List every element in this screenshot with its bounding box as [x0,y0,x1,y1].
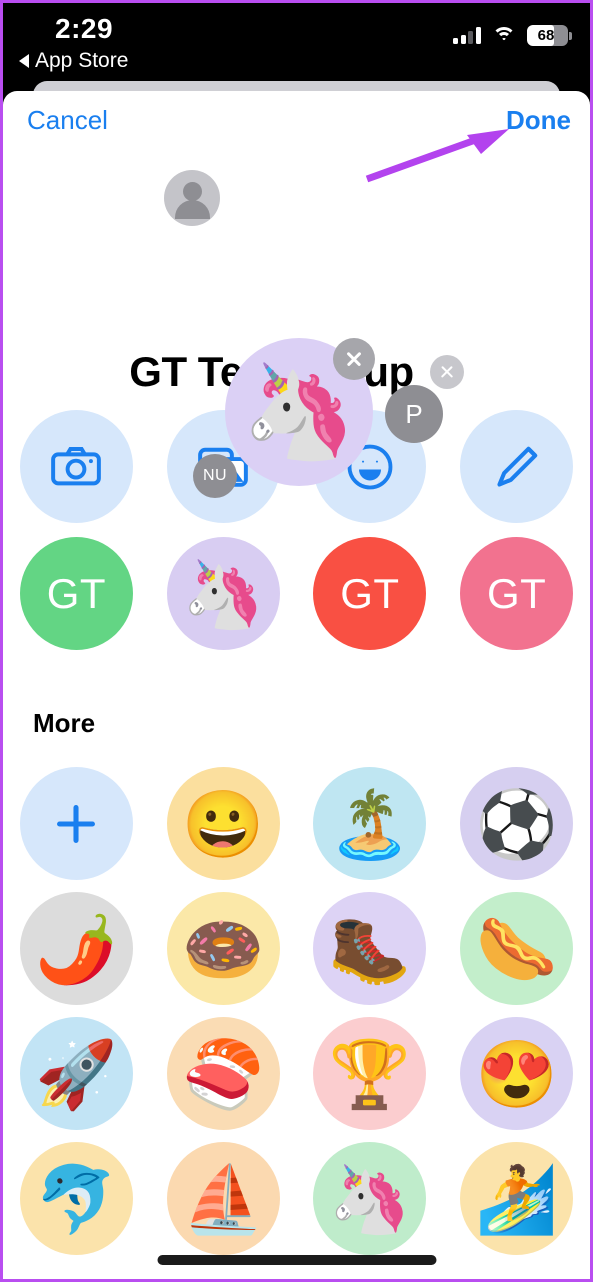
clear-group-name-button[interactable] [429,355,464,389]
more-item-soccer-ball[interactable]: ⚽ [460,767,574,880]
preset-unicorn-emoji: 🦄 [182,556,265,631]
done-button[interactable]: Done [506,105,571,136]
more-item-emoji: 🐬 [35,1161,118,1236]
triangle-left-icon [19,54,29,68]
more-item-emoji: 🍣 [182,1036,265,1111]
more-item-hiking-boot[interactable]: 🥾 [313,892,427,1005]
member-avatar-p-label: P [405,398,423,429]
selected-group-avatar-emoji: 🦄 [241,361,357,463]
status-bar-clock: 2:29 [55,13,114,44]
camera-button[interactable] [19,410,133,523]
cellular-signal-icon [453,27,481,44]
more-item-hot-dog[interactable]: 🌭 [460,892,574,1005]
more-item-dolphin[interactable]: 🐬 [19,1142,133,1255]
home-indicator [157,1255,436,1265]
more-item-emoji: 😍 [475,1036,558,1111]
more-item-emoji: 🌭 [475,911,558,986]
more-item-emoji: 🏄 [475,1161,558,1236]
wifi-icon [491,27,516,44]
more-item-smiling-face-with-hearts[interactable]: 😍 [460,1017,574,1130]
more-item-emoji: 🦄 [328,1161,411,1236]
camera-icon [51,446,102,485]
more-section-heading: More [33,708,96,738]
person-icon [182,182,202,201]
more-item-trophy[interactable]: 🏆 [313,1017,427,1130]
more-item-rocket[interactable]: 🚀 [19,1017,133,1130]
group-photo-editor-sheet: Cancel Done 🦄 P NU GT Test Gr [3,91,590,1279]
preset-pink-label: GT [486,569,547,617]
member-avatar-p[interactable]: P [385,385,443,443]
preset-green-label: GT [46,569,107,617]
more-item-emoji: 🍩 [182,911,265,986]
status-bar: 2:29 App Store 68 [3,3,590,79]
more-item-emoji: 🌶️ [35,911,118,986]
battery-level-label: 68 [537,27,555,44]
more-item-emoji: 🏆 [328,1036,411,1111]
sheet-navigation-bar: Cancel Done [3,91,590,153]
member-avatar-placeholder[interactable] [164,170,220,226]
back-link-label: App Store [35,49,129,72]
preset-red-button[interactable]: GT [313,537,427,650]
battery-icon: 68 [526,25,572,46]
preset-pink-button[interactable]: GT [460,537,574,650]
more-item-doughnut[interactable]: 🍩 [166,892,280,1005]
more-item-emoji: 😀 [182,786,265,861]
plus-icon [57,804,96,843]
more-item-add-custom[interactable] [19,767,133,880]
phone-screen: 2:29 App Store 68 Cancel Done 🦄 P NU GT … [0,0,593,1282]
more-item-sushi[interactable]: 🍣 [166,1017,280,1130]
back-to-app-store-link[interactable]: App Store [19,49,128,73]
member-avatar-nu-label: NU [202,467,228,484]
more-item-emoji: 🚀 [35,1036,118,1111]
more-item-sailboat[interactable]: ⛵ [166,1142,280,1255]
more-emoji-grid: 😀 🏝️ ⚽ 🌶️ 🍩 🥾 🌭 🚀 🍣 🏆 😍 🐬 ⛵ 🦄 🏄 [3,767,590,1255]
cancel-button[interactable]: Cancel [27,105,108,136]
more-item-emoji: ⛵ [182,1161,265,1236]
group-avatar-cluster: 🦄 P NU [3,153,590,498]
more-item-desert-island[interactable]: 🏝️ [313,767,427,880]
more-item-grinning-face[interactable]: 😀 [166,767,280,880]
pencil-icon [497,446,537,487]
preset-unicorn-button[interactable]: 🦄 [166,537,280,650]
more-item-surfer[interactable]: 🏄 [460,1142,574,1255]
preset-green-button[interactable]: GT [19,537,133,650]
member-avatar-nu[interactable]: NU [193,454,237,498]
more-item-hot-pepper[interactable]: 🌶️ [19,892,133,1005]
avatar-preset-row: GT 🦄 GT GT [3,537,590,650]
more-item-emoji: 🥾 [328,911,411,986]
draw-button[interactable] [460,410,574,523]
more-item-emoji: ⚽ [475,786,558,861]
more-item-emoji: 🏝️ [328,786,411,861]
status-bar-indicators: 68 [453,25,572,46]
more-item-unicorn[interactable]: 🦄 [313,1142,427,1255]
remove-avatar-button[interactable] [333,338,375,380]
preset-red-label: GT [340,569,400,617]
